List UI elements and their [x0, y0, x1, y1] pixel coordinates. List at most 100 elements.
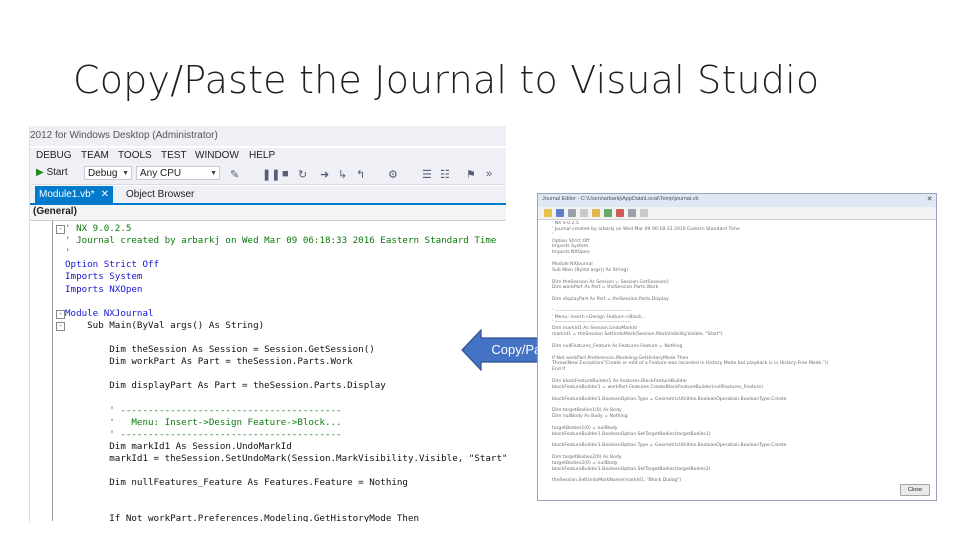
journal-line: ' --------------------------------------… [552, 308, 631, 314]
code-line[interactable]: Dim nullFeatures_Feature As Features.Fea… [65, 477, 408, 488]
journal-line: blockFeatureBuilder1 = workPart.Features… [552, 384, 764, 390]
journal-line: markId1 = theSession.SetUndoMark(Session… [552, 332, 723, 338]
code-line[interactable]: ' Menu: Insert->Design Feature->Block... [65, 417, 341, 428]
code-line[interactable]: ' NX 9.0.2.5 [65, 223, 131, 234]
journal-line: ' NX 9.0.2.5 [552, 221, 579, 226]
journal-titlebar: Journal Editor - C:\Users\arbarkj\AppDat… [538, 194, 936, 208]
step-out-icon[interactable]: ↰ [356, 168, 365, 181]
menu-team[interactable]: TEAM [81, 150, 109, 161]
journal-line: Imports System [552, 244, 589, 250]
breakpoint-icon[interactable]: ⚙ [388, 168, 398, 181]
code-line[interactable]: Imports NXOpen [65, 284, 142, 295]
journal-line: Dim theSession As Session = Session.GetS… [552, 279, 669, 285]
stop-icon[interactable]: ■ [282, 168, 289, 180]
journal-line: Dim displayPart As Part = theSession.Par… [552, 297, 669, 303]
collapse-icon[interactable]: - [56, 225, 65, 234]
vs-titlebar: 2012 for Windows Desktop (Administrator) [30, 126, 506, 146]
journal-line: Option Strict Off [552, 238, 590, 244]
code-line[interactable]: ' --------------------------------------… [65, 429, 341, 440]
vs-window-title: 2012 for Windows Desktop (Administrator) [30, 130, 218, 141]
type-dropdown[interactable]: (General) [33, 206, 77, 217]
cut-icon[interactable] [568, 209, 576, 217]
start-label: Start [46, 167, 68, 178]
play-icon[interactable] [604, 209, 612, 217]
journal-line: Dim blockFeatureBuilder1 As Features.Blo… [552, 378, 688, 384]
copy-icon[interactable] [580, 209, 588, 217]
code-line[interactable]: Dim markId1 As Session.UndoMarkId [65, 441, 292, 452]
journal-line: ' Journal created by arbarkj on Wed Mar … [552, 226, 740, 232]
code-line[interactable]: Dim workPart As Part = theSession.Parts.… [65, 356, 352, 367]
vs-toolbar: ▶ Start Debug ▼ Any CPU ▼ ✎ ❚❚ ■ ↻ ➜ ↳ ↰ ⚙… [30, 164, 506, 185]
code-line[interactable]: markId1 = theSession.SetUndoMark(Session… [65, 453, 506, 464]
uncomment-icon[interactable]: ☷ [440, 168, 450, 181]
code-line[interactable]: ' Journal created by arbarkj on Wed Mar … [65, 235, 496, 246]
chevron-down-icon: ▼ [122, 170, 129, 177]
stop-icon[interactable] [616, 209, 624, 217]
step-over-icon[interactable]: ➜ [320, 168, 329, 181]
code-line[interactable]: Sub Main(ByVal args() As String) [65, 320, 264, 331]
chevron-down-icon: ▼ [210, 170, 217, 177]
close-icon[interactable]: ✕ [101, 189, 109, 200]
bookmark-icon[interactable]: ⚑ [466, 168, 476, 181]
journal-line: ' [552, 232, 554, 238]
close-icon[interactable]: ✕ [925, 195, 934, 204]
slide-title: Copy/Paste the Journal to Visual Studio [73, 58, 820, 102]
paste-icon[interactable] [592, 209, 600, 217]
collapse-icon[interactable]: - [56, 321, 65, 331]
play-icon: ▶ [36, 167, 44, 178]
start-button[interactable]: ▶ Start [36, 167, 68, 178]
save-icon[interactable] [556, 209, 564, 217]
document-tabs: Module1.vb* ✕ Object Browser [30, 186, 506, 205]
journal-line: ' Menu: Insert->Design Feature->Block... [552, 314, 647, 320]
restart-icon[interactable]: ↻ [298, 168, 307, 181]
help-icon[interactable] [640, 209, 648, 217]
platform-select[interactable]: Any CPU ▼ [136, 166, 220, 180]
open-icon[interactable] [544, 209, 552, 217]
journal-line: Imports NXOpen [552, 250, 590, 256]
journal-line: Dim workPart As Part = theSession.Parts.… [552, 285, 659, 291]
journal-code-area[interactable]: ' NX 9.0.2.5 ' Journal created by arbarkj… [552, 221, 932, 483]
code-line[interactable]: Dim theSession As Session = Session.GetS… [65, 344, 375, 355]
tab-module1-label: Module1.vb* [39, 189, 95, 200]
code-line[interactable]: If Not workPart.Preferences.Modeling.Get… [65, 513, 419, 522]
menu-help[interactable]: HELP [249, 150, 275, 161]
close-button[interactable]: Close [900, 484, 930, 496]
options-icon[interactable] [628, 209, 636, 217]
navigation-bar: (General) [30, 205, 506, 221]
tab-object-browser[interactable]: Object Browser [122, 186, 198, 203]
step-into-icon[interactable]: ↳ [338, 168, 347, 181]
pause-icon[interactable]: ❚❚ [262, 168, 280, 181]
overflow-icon[interactable]: » [486, 168, 492, 180]
code-line[interactable]: ' [65, 247, 71, 258]
journal-window-title: Journal Editor - C:\Users\arbarkj\AppDat… [542, 196, 699, 202]
config-select[interactable]: Debug ▼ [84, 166, 132, 180]
menu-test[interactable]: TEST [161, 150, 187, 161]
menu-debug[interactable]: DEBUG [36, 150, 72, 161]
code-line[interactable]: Module NXJournal [65, 308, 154, 319]
code-line[interactable]: Option Strict Off [65, 259, 159, 270]
comment-icon[interactable]: ☰ [422, 168, 432, 181]
code-line[interactable]: Imports System [65, 271, 142, 282]
code-line[interactable]: Dim displayPart As Part = theSession.Par… [65, 380, 386, 391]
attach-icon[interactable]: ✎ [230, 168, 239, 181]
tab-module1[interactable]: Module1.vb* ✕ [35, 186, 113, 203]
journal-editor-window: Journal Editor - C:\Users\arbarkj\AppDat… [537, 193, 937, 501]
journal-line: blockFeatureBuilder1.BooleanOption.SetTa… [552, 466, 711, 472]
journal-line: targetBodies1(0) = nullBody [552, 425, 618, 431]
collapse-icon[interactable]: - [56, 309, 65, 319]
vs-menubar: DEBUG TEAM TOOLS TEST WINDOW HELP [30, 148, 506, 164]
journal-line: Dim targetBodies2(0) As Body [552, 455, 622, 460]
journal-line: ' --------------------------------------… [552, 320, 631, 326]
platform-value: Any CPU [140, 168, 182, 179]
config-value: Debug [88, 168, 118, 179]
journal-line: Dim markId1 As Session.UndoMarkId [552, 326, 637, 332]
journal-line: Dim nullFeatures_Feature As Features.Fea… [552, 343, 683, 349]
journal-line: Dim nullBody As Body = Nothing [552, 414, 628, 420]
menu-window[interactable]: WINDOW [195, 150, 239, 161]
menu-tools[interactable]: TOOLS [118, 150, 152, 161]
journal-line: End If [552, 367, 566, 373]
journal-line: Module NXJournal [552, 261, 593, 267]
code-line[interactable]: ' --------------------------------------… [65, 405, 341, 416]
code-editor[interactable]: ' NX 9.0.2.5- ' Journal created by arbark… [30, 221, 506, 522]
editor-gutter [52, 221, 53, 521]
